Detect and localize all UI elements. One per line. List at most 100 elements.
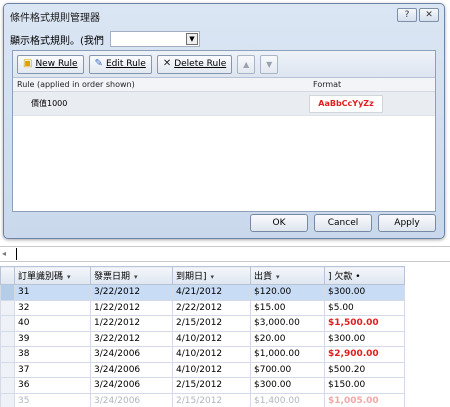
delete-rule-label: Delete Rule bbox=[174, 59, 227, 69]
row-selector[interactable] bbox=[0, 284, 15, 301]
column-header-label: 出貨 bbox=[254, 272, 273, 282]
cell-shipped[interactable]: $120.00 bbox=[250, 284, 325, 301]
table-row[interactable]: 31 3/22/2012 4/21/2012 $120.00 $300.00 bbox=[0, 284, 405, 301]
table-row[interactable]: 36 3/24/2006 2/15/2012 $300.00 $150.00 bbox=[0, 377, 405, 394]
cell-invoice-date[interactable]: 1/22/2012 bbox=[90, 299, 173, 316]
cell-order-id[interactable]: 37 bbox=[14, 361, 91, 378]
cell-order-id[interactable]: 38 bbox=[14, 346, 91, 363]
ok-button[interactable]: OK bbox=[250, 214, 308, 232]
cell-owed[interactable]: $2,900.00 bbox=[324, 346, 405, 363]
chevron-down-icon[interactable]: ▾ bbox=[67, 273, 71, 281]
row-selector[interactable] bbox=[0, 315, 15, 332]
edit-rule-label: Edit Rule bbox=[105, 59, 146, 69]
cell-owed[interactable]: $1,005.00 bbox=[324, 392, 405, 407]
table-row[interactable]: 39 3/22/2012 4/10/2012 $20.00 $300.00 bbox=[0, 330, 405, 347]
cell-shipped[interactable]: $3,000.00 bbox=[250, 315, 325, 332]
new-rule-button[interactable]: ▣ New Rule bbox=[17, 54, 84, 74]
column-header-label: 到期日] bbox=[176, 272, 207, 282]
row-selector[interactable] bbox=[0, 361, 15, 378]
cell-owed[interactable]: $300.00 bbox=[324, 284, 405, 301]
edit-rule-icon: ✎ bbox=[94, 58, 103, 69]
rules-toolbar: ▣ New Rule ✎ Edit Rule ✕ Delete Rule ▲ ▼ bbox=[13, 51, 435, 78]
column-header-invoice-date[interactable]: 發票日期 ▾ bbox=[90, 266, 173, 285]
cell-due-date[interactable]: 4/21/2012 bbox=[172, 284, 251, 301]
cell-invoice-date[interactable]: 3/24/2006 bbox=[90, 361, 173, 378]
cell-order-id[interactable]: 35 bbox=[14, 392, 91, 407]
chevron-down-icon[interactable]: ▾ bbox=[211, 273, 215, 281]
column-header-owed[interactable]: ] 欠款 • bbox=[324, 266, 405, 285]
cell-invoice-date[interactable]: 3/22/2012 bbox=[90, 330, 173, 347]
cell-due-date[interactable]: 4/10/2012 bbox=[172, 346, 251, 363]
datasheet-table: 訂單識別碼 ▾ 發票日期 ▾ 到期日] ▾ 出貨 ▾ ] 欠款 • 31 3/22/201… bbox=[0, 266, 405, 407]
cell-shipped[interactable]: $300.00 bbox=[250, 377, 325, 394]
row-selector[interactable] bbox=[0, 377, 15, 394]
cell-shipped[interactable]: $700.00 bbox=[250, 361, 325, 378]
format-preview: AaBbCcYyZz bbox=[309, 94, 383, 113]
delete-rule-button[interactable]: ✕ Delete Rule bbox=[156, 54, 233, 74]
table-row[interactable]: 35 3/24/2006 2/15/2012 $1,400.00 $1,005.00 bbox=[0, 392, 405, 407]
cell-shipped[interactable]: $1,400.00 bbox=[250, 392, 325, 407]
cell-due-date[interactable]: 2/15/2012 bbox=[172, 377, 251, 394]
cell-owed[interactable]: $1,500.00 bbox=[324, 315, 405, 332]
column-header-due-date[interactable]: 到期日] ▾ bbox=[172, 266, 251, 285]
formula-strip: ◂ bbox=[0, 246, 450, 262]
chevron-down-icon[interactable]: ▾ bbox=[134, 273, 138, 281]
table-row[interactable]: 32 1/22/2012 2/22/2012 $15.00 $5.00 bbox=[0, 299, 405, 316]
cell-shipped[interactable]: $20.00 bbox=[250, 330, 325, 347]
dialog-title: 條件格式規則管理器 bbox=[10, 13, 100, 24]
cell-invoice-date[interactable]: 3/22/2012 bbox=[90, 284, 173, 301]
row-selector[interactable] bbox=[0, 330, 15, 347]
table-row[interactable]: 40 1/22/2012 2/15/2012 $3,000.00 $1,500.00 bbox=[0, 315, 405, 332]
row-selector[interactable] bbox=[0, 346, 15, 363]
move-down-button[interactable]: ▼ bbox=[260, 54, 279, 74]
cell-owed[interactable]: $500.20 bbox=[324, 361, 405, 378]
table-row[interactable]: 37 3/24/2006 4/10/2012 $700.00 $500.20 bbox=[0, 361, 405, 378]
cell-due-date[interactable]: 4/10/2012 bbox=[172, 330, 251, 347]
cell-invoice-date[interactable]: 3/24/2006 bbox=[90, 346, 173, 363]
row-selector[interactable] bbox=[0, 392, 15, 407]
new-rule-label: New Rule bbox=[35, 59, 78, 69]
dialog-buttons: OK Cancel Apply bbox=[250, 214, 436, 232]
cell-order-id[interactable]: 39 bbox=[14, 330, 91, 347]
cell-owed[interactable]: $300.00 bbox=[324, 330, 405, 347]
rules-list-header: Rule (applied in order shown) Format bbox=[13, 78, 435, 92]
cell-owed[interactable]: $150.00 bbox=[324, 377, 405, 394]
chevron-down-icon[interactable]: ▾ bbox=[276, 273, 280, 281]
edit-rule-button[interactable]: ✎ Edit Rule bbox=[88, 54, 152, 74]
close-button[interactable]: ✕ bbox=[419, 8, 439, 22]
column-header-order-id[interactable]: 訂單識別碼 ▾ bbox=[14, 266, 91, 285]
cell-order-id[interactable]: 31 bbox=[14, 284, 91, 301]
cancel-button[interactable]: Cancel bbox=[314, 214, 372, 232]
cell-invoice-date[interactable]: 3/24/2006 bbox=[90, 392, 173, 407]
cell-shipped[interactable]: $1,000.00 bbox=[250, 346, 325, 363]
new-rule-icon: ▣ bbox=[23, 58, 33, 69]
rule-description: 價值1000 bbox=[31, 99, 68, 108]
cell-invoice-date[interactable]: 3/24/2006 bbox=[90, 377, 173, 394]
cell-order-id[interactable]: 32 bbox=[14, 299, 91, 316]
chevron-down-icon[interactable]: ▼ bbox=[185, 33, 198, 45]
delete-icon: ✕ bbox=[162, 58, 172, 69]
show-rules-label: 顯示格式規則。(我們 bbox=[10, 35, 104, 47]
help-button[interactable]: ? bbox=[397, 8, 417, 22]
cell-due-date[interactable]: 2/22/2012 bbox=[172, 299, 251, 316]
cell-order-id[interactable]: 40 bbox=[14, 315, 91, 332]
show-rules-select[interactable]: ▼ bbox=[109, 31, 200, 47]
cell-invoice-date[interactable]: 1/22/2012 bbox=[90, 315, 173, 332]
title-buttons: ? ✕ bbox=[397, 8, 439, 22]
cell-shipped[interactable]: $15.00 bbox=[250, 299, 325, 316]
format-column-header: Format bbox=[313, 80, 342, 89]
column-header-shipped[interactable]: 出貨 ▾ bbox=[250, 266, 325, 285]
cell-order-id[interactable]: 36 bbox=[14, 377, 91, 394]
select-all-cell[interactable] bbox=[0, 266, 15, 285]
apply-button[interactable]: Apply bbox=[378, 214, 436, 232]
scroll-left-icon[interactable]: ◂ bbox=[2, 249, 6, 258]
conditional-formatting-dialog: 條件格式規則管理器 ? ✕ 顯示格式規則。(我們 ▼ ▣ New Rule ✎ … bbox=[3, 3, 445, 239]
move-up-button[interactable]: ▲ bbox=[237, 54, 256, 74]
table-row[interactable]: 38 3/24/2006 4/10/2012 $1,000.00 $2,900.00 bbox=[0, 346, 405, 363]
cell-due-date[interactable]: 4/10/2012 bbox=[172, 361, 251, 378]
row-selector[interactable] bbox=[0, 299, 15, 316]
cell-due-date[interactable]: 2/15/2012 bbox=[172, 315, 251, 332]
cell-due-date[interactable]: 2/15/2012 bbox=[172, 392, 251, 407]
cell-owed[interactable]: $5.00 bbox=[324, 299, 405, 316]
rule-row[interactable]: 價值1000 AaBbCcYyZz bbox=[13, 92, 435, 116]
